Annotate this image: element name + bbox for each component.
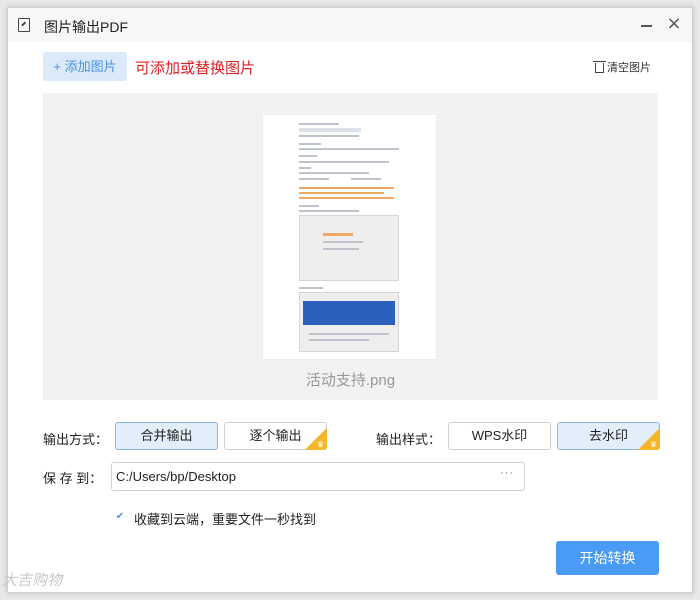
trash-icon (593, 61, 606, 73)
pdf-doc-icon (18, 18, 30, 32)
close-button[interactable]: × (666, 15, 682, 33)
output-style-wps-watermark[interactable]: WPS水印 (448, 422, 551, 450)
premium-badge: ♛ (638, 428, 660, 450)
clear-images-label: 清空图片 (607, 62, 651, 74)
cloud-save-label[interactable]: 收藏到云端，重要文件一秒找到 (134, 509, 316, 528)
save-path-value: C:/Users/bp/Desktop (116, 469, 236, 484)
output-mode-individual[interactable]: 逐个输出 ♛ (224, 422, 327, 450)
app-window: 图片输出PDF × + 添加图片 可添加或替换图片 清空图片 活动支持.png … (7, 7, 693, 593)
start-convert-button[interactable]: 开始转换 (556, 541, 659, 575)
output-mode-individual-label: 逐个输出 (249, 428, 302, 443)
preview-file-name: 活动支持.png (305, 372, 396, 389)
output-mode-merge[interactable]: 合并输出 (115, 422, 218, 450)
minimize-button[interactable] (641, 25, 652, 27)
output-style-label: 输出样式： (376, 432, 442, 447)
image-thumbnail[interactable] (263, 115, 436, 359)
save-to-label: 保 存 到： (43, 471, 103, 486)
corner-watermark: 大吉购物 (2, 572, 63, 589)
premium-badge: ♛ (305, 428, 327, 450)
crown-icon: ♛ (316, 440, 325, 449)
output-style-wps-label: WPS水印 (471, 428, 528, 443)
title-bar: 图片输出PDF × (8, 8, 692, 42)
clear-images-button[interactable]: 清空图片 (593, 59, 651, 75)
output-mode-label: 输出方式： (43, 432, 109, 447)
browse-button[interactable]: ··· (500, 467, 514, 479)
output-style-remove-label: 去水印 (588, 428, 628, 443)
output-style-remove-watermark[interactable]: 去水印 ♛ (557, 422, 660, 450)
save-path-input[interactable]: C:/Users/bp/Desktop ··· (111, 462, 525, 491)
image-preview-area: 活动支持.png (43, 93, 658, 400)
window-title: 图片输出PDF (44, 19, 128, 35)
add-image-button[interactable]: + 添加图片 (43, 52, 127, 81)
cloud-save-checkbox[interactable]: ✔ (114, 511, 126, 523)
add-hint-text: 可添加或替换图片 (135, 60, 256, 77)
output-mode-merge-label: 合并输出 (140, 428, 193, 443)
crown-icon: ♛ (649, 440, 658, 449)
